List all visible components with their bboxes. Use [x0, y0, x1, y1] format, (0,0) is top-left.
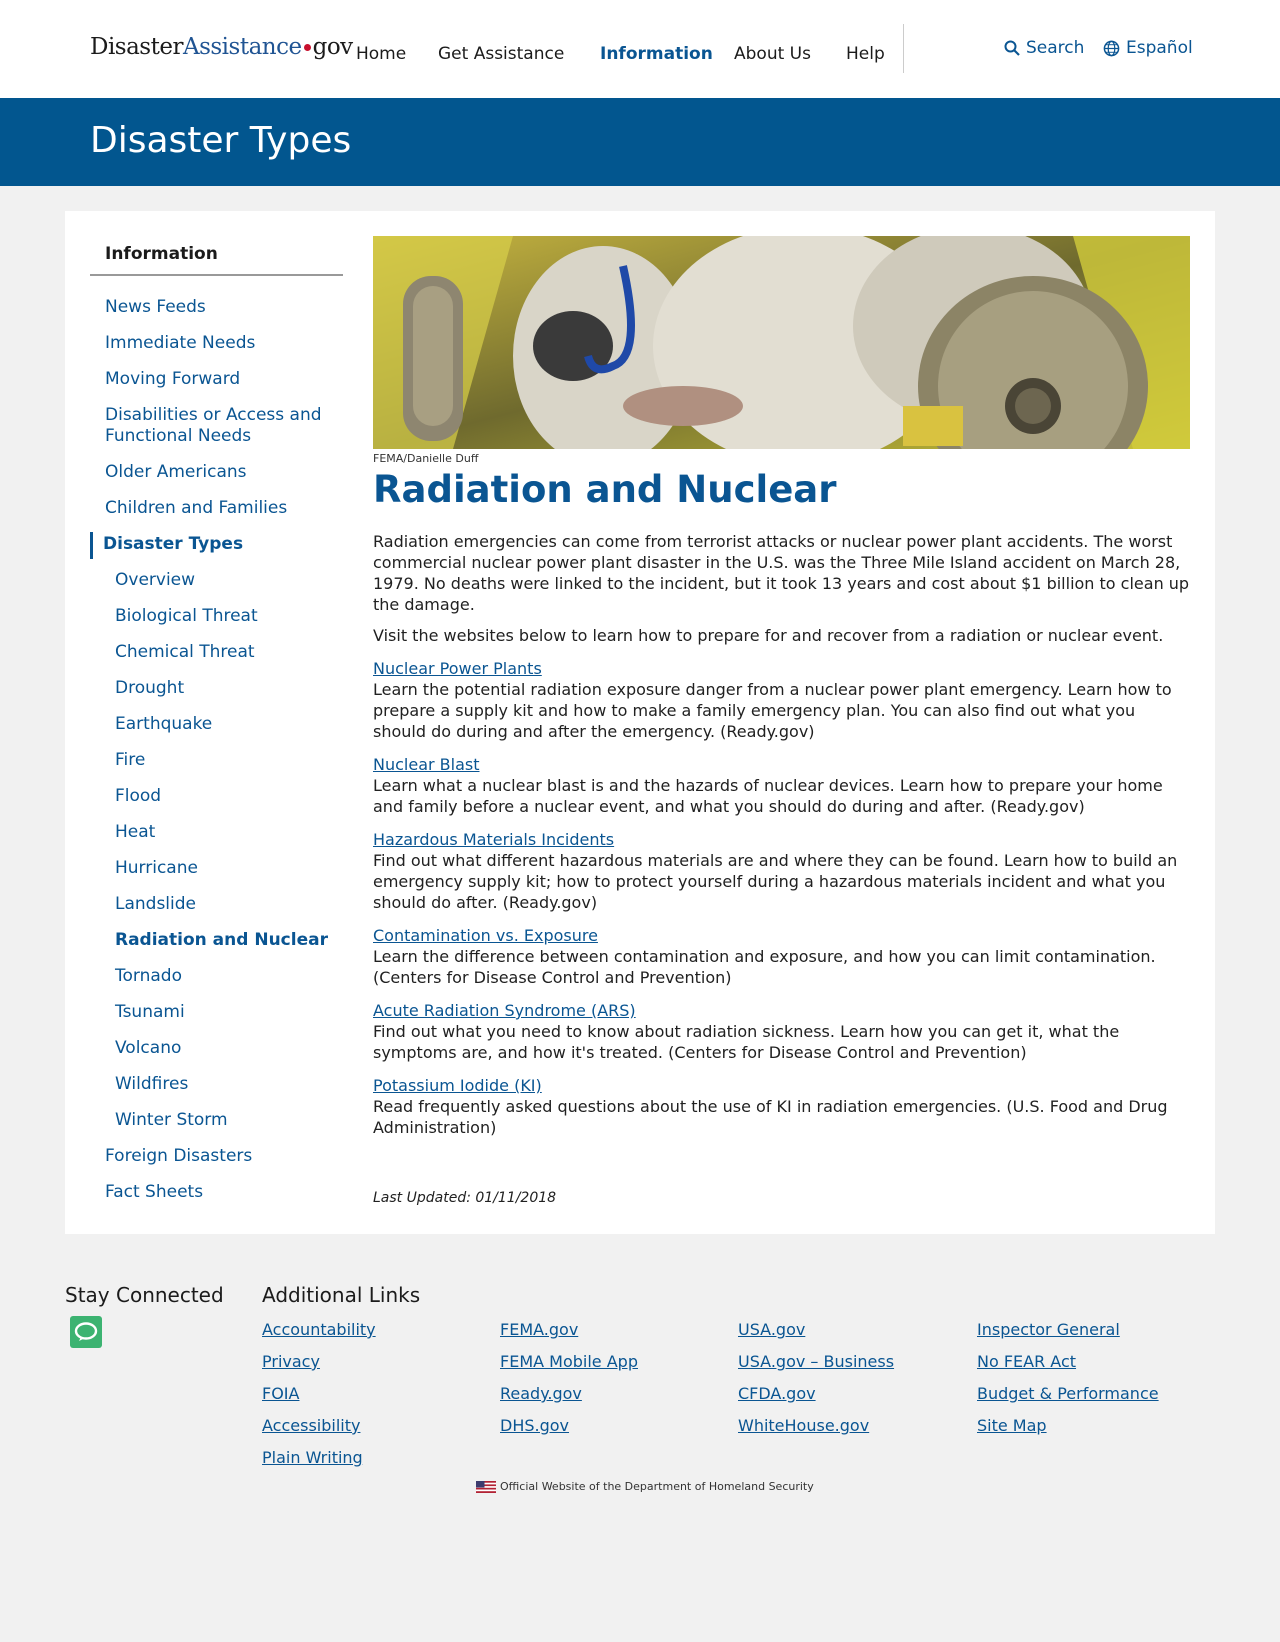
resource-link-potassium-iodide[interactable]: Potassium Iodide (KI) [373, 1075, 542, 1096]
footer-link-inspector-general[interactable]: Inspector General [977, 1320, 1120, 1339]
sidebar-sub-landslide[interactable]: Landslide [115, 894, 196, 915]
sidebar-heading: Information [105, 244, 218, 264]
nav-information[interactable]: Information [600, 44, 713, 64]
sidebar-sub-volcano[interactable]: Volcano [115, 1038, 181, 1059]
sidebar-sub-drought[interactable]: Drought [115, 678, 184, 699]
footer-link-usa[interactable]: USA.gov [738, 1320, 805, 1339]
sidebar-divider [90, 274, 343, 276]
sidebar-sub-winter-storm[interactable]: Winter Storm [115, 1110, 228, 1131]
footer-link-usa-business[interactable]: USA.gov – Business [738, 1352, 894, 1371]
page-banner: Disaster Types [0, 98, 1280, 186]
site-logo[interactable]: DisasterAssistance gov [90, 34, 353, 60]
resource-desc: Find out what you need to know about rad… [373, 1022, 1120, 1062]
resource-desc: Read frequently asked questions about th… [373, 1097, 1168, 1137]
resource-link-ars[interactable]: Acute Radiation Syndrome (ARS) [373, 1000, 636, 1021]
chat-icon[interactable] [70, 1316, 102, 1348]
sidebar-sub-overview[interactable]: Overview [115, 570, 195, 591]
resource-desc: Learn the difference between contaminati… [373, 947, 1156, 987]
photo-credit: FEMA/Danielle Duff [373, 452, 479, 465]
page-title: Disaster Types [90, 120, 352, 161]
sidebar-item-moving-forward[interactable]: Moving Forward [105, 369, 240, 390]
sidebar-item-children-families[interactable]: Children and Families [105, 498, 287, 519]
footer-link-privacy[interactable]: Privacy [262, 1352, 320, 1371]
intro-paragraph: Radiation emergencies can come from terr… [373, 532, 1190, 614]
footer-link-dhs[interactable]: DHS.gov [500, 1416, 569, 1435]
sidebar-active-indicator [90, 532, 93, 559]
resource-link-hazardous-materials[interactable]: Hazardous Materials Incidents [373, 829, 614, 850]
official-website-notice: Official Website of the Department of Ho… [476, 1480, 814, 1493]
hero-image [373, 236, 1190, 449]
sidebar-sub-hurricane[interactable]: Hurricane [115, 858, 198, 879]
footer-link-no-fear-act[interactable]: No FEAR Act [977, 1352, 1076, 1371]
sidebar-item-older-americans[interactable]: Older Americans [105, 462, 247, 483]
speech-bubble-icon [74, 1322, 98, 1341]
footer-link-fema-mobile-app[interactable]: FEMA Mobile App [500, 1352, 638, 1371]
us-flag-icon [476, 1480, 496, 1493]
sidebar-sub-tsunami[interactable]: Tsunami [115, 1002, 185, 1023]
sidebar-sub-chemical-threat[interactable]: Chemical Threat [115, 642, 255, 663]
nav-about-us[interactable]: About Us [734, 44, 811, 64]
visit-paragraph: Visit the websites below to learn how to… [373, 626, 1164, 645]
footer-link-foia[interactable]: FOIA [262, 1384, 299, 1403]
additional-links-heading: Additional Links [262, 1283, 421, 1307]
resource-desc: Learn what a nuclear blast is and the ha… [373, 776, 1163, 816]
globe-icon [1103, 40, 1120, 56]
sidebar-item-disabilities[interactable]: Disabilities or Access and Functional Ne… [105, 405, 345, 447]
sidebar-item-news-feeds[interactable]: News Feeds [105, 297, 206, 318]
search-button[interactable]: Search [1004, 38, 1084, 58]
language-toggle[interactable]: Español [1103, 38, 1193, 58]
site-header: DisasterAssistance gov Home Get Assistanc… [0, 0, 1280, 98]
footer-link-accessibility[interactable]: Accessibility [262, 1416, 360, 1435]
resource-link-nuclear-power-plants[interactable]: Nuclear Power Plants [373, 658, 542, 679]
footer-link-accountability[interactable]: Accountability [262, 1320, 376, 1339]
resource-desc: Find out what different hazardous materi… [373, 851, 1178, 912]
footer-link-cfda[interactable]: CFDA.gov [738, 1384, 816, 1403]
sidebar-item-foreign-disasters[interactable]: Foreign Disasters [105, 1146, 252, 1167]
nav-get-assistance[interactable]: Get Assistance [438, 44, 564, 64]
last-updated: Last Updated: 01/11/2018 [373, 1190, 557, 1206]
footer-link-fema[interactable]: FEMA.gov [500, 1320, 578, 1339]
resource-desc: Learn the potential radiation exposure d… [373, 680, 1172, 741]
footer-link-budget-performance[interactable]: Budget & Performance [977, 1384, 1159, 1403]
sidebar-item-disaster-types[interactable]: Disaster Types [103, 534, 243, 555]
logo-dot-icon [303, 43, 311, 51]
sidebar-sub-earthquake[interactable]: Earthquake [115, 714, 212, 735]
footer-link-whitehouse[interactable]: WhiteHouse.gov [738, 1416, 869, 1435]
sidebar-sub-radiation-nuclear[interactable]: Radiation and Nuclear [115, 930, 328, 951]
sidebar-sub-tornado[interactable]: Tornado [115, 966, 182, 987]
sidebar-sub-flood[interactable]: Flood [115, 786, 161, 807]
footer-link-plain-writing[interactable]: Plain Writing [262, 1448, 363, 1467]
stay-connected-heading: Stay Connected [65, 1283, 224, 1307]
sidebar-sub-biological-threat[interactable]: Biological Threat [115, 606, 258, 627]
search-icon [1004, 40, 1020, 56]
resource-link-contamination-exposure[interactable]: Contamination vs. Exposure [373, 925, 598, 946]
sidebar-sub-heat[interactable]: Heat [115, 822, 155, 843]
article-title: Radiation and Nuclear [373, 468, 837, 511]
nav-help[interactable]: Help [846, 44, 885, 64]
nav-divider [903, 24, 904, 73]
footer-link-ready[interactable]: Ready.gov [500, 1384, 582, 1403]
sidebar-sub-fire[interactable]: Fire [115, 750, 145, 771]
sidebar-sub-wildfires[interactable]: Wildfires [115, 1074, 188, 1095]
nav-home[interactable]: Home [356, 44, 406, 64]
resource-link-nuclear-blast[interactable]: Nuclear Blast [373, 754, 480, 775]
sidebar-item-fact-sheets[interactable]: Fact Sheets [105, 1182, 203, 1203]
footer-link-site-map[interactable]: Site Map [977, 1416, 1047, 1435]
sidebar-item-immediate-needs[interactable]: Immediate Needs [105, 333, 255, 354]
